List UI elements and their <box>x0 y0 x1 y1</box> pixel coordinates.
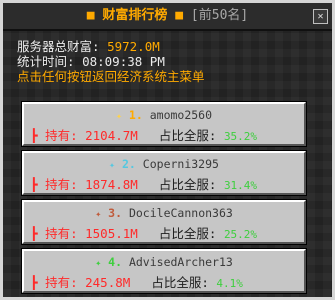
stats-time-row: 统计时间: 08:09:38 PM <box>17 54 317 69</box>
ranking-stats: ┣ 持有: 1505.1M 占比全服: 25.2% <box>30 223 302 242</box>
close-icon[interactable]: ✕ <box>313 9 328 24</box>
window-title: 财富排行榜 <box>102 8 168 23</box>
server-total-value: 5972.0M <box>107 39 160 54</box>
server-total-label: 服务器总财富: <box>17 39 108 54</box>
server-total-row: 服务器总财富: 5972.0M <box>17 39 317 54</box>
ranking-header: ✦ 2. Coperni3295 <box>24 157 304 171</box>
title-deco-right: ■ <box>175 8 184 23</box>
held-label: 持有: <box>45 128 86 143</box>
stats-time-value: 08:09:38 PM <box>82 54 165 69</box>
held-label: 持有: <box>45 226 86 241</box>
pipe-icon: ┣ <box>30 128 38 143</box>
share-value: 4.1% <box>216 277 243 290</box>
rank-number: 2. <box>122 157 136 171</box>
ranking-button-1[interactable]: ✦ 1. amomo2560 ┣ 持有: 2104.7M 占比全服: 35.2% <box>21 101 307 147</box>
held-value: 2104.7M <box>85 128 138 143</box>
summary-panel: 服务器总财富: 5972.0M 统计时间: 08:09:38 PM 点击任何按钮… <box>17 39 317 84</box>
title-deco-left: ■ <box>86 8 95 23</box>
share-value: 35.2% <box>223 130 258 143</box>
ranking-header: ✦ 1. amomo2560 <box>24 108 304 122</box>
player-name: DocileCannon363 <box>128 206 233 220</box>
ranking-stats: ┣ 持有: 1874.8M 占比全服: 31.4% <box>30 174 302 193</box>
held-value: 245.8M <box>85 275 131 290</box>
window-subtitle: [前50名] <box>190 8 249 23</box>
ranking-button-2[interactable]: ✦ 2. Coperni3295 ┣ 持有: 1874.8M 占比全服: 31.… <box>21 150 307 196</box>
held-value: 1874.8M <box>85 177 138 192</box>
rank-number: 1. <box>128 108 143 122</box>
share-value: 25.2% <box>223 228 258 241</box>
rank-star-icon: ✦ <box>115 111 122 122</box>
share-label: 占比全服: <box>158 177 224 192</box>
pipe-icon: ┣ <box>30 275 38 290</box>
rank-star-icon: ✦ <box>95 258 102 269</box>
rank-star-icon: ✦ <box>95 209 102 220</box>
held-label: 持有: <box>45 275 86 290</box>
stats-time-label: 统计时间: <box>17 54 83 69</box>
rank-number: 3. <box>108 206 123 220</box>
pipe-icon: ┣ <box>30 226 38 241</box>
window-titlebar: ■ 财富排行榜 ■ [前50名] ✕ <box>3 3 332 31</box>
share-label: 占比全服: <box>151 275 217 290</box>
back-hint: 点击任何按钮返回经济系统主菜单 <box>17 69 205 84</box>
ranking-stats: ┣ 持有: 2104.7M 占比全服: 35.2% <box>30 125 302 144</box>
held-label: 持有: <box>45 177 86 192</box>
rank-number: 4. <box>108 255 123 269</box>
player-name: AdvisedArcher13 <box>128 255 233 269</box>
player-name: Coperni3295 <box>142 157 219 171</box>
pipe-icon: ┣ <box>30 177 38 192</box>
ranking-header: ✦ 4. AdvisedArcher13 <box>24 255 304 269</box>
ranking-stats: ┣ 持有: 245.8M 占比全服: 4.1% <box>30 272 302 291</box>
rank-star-icon: ✦ <box>109 160 116 171</box>
ranking-button-3[interactable]: ✦ 3. DocileCannon363 ┣ 持有: 1505.1M 占比全服:… <box>21 199 307 245</box>
ranking-button-4[interactable]: ✦ 4. AdvisedArcher13 ┣ 持有: 245.8M 占比全服: … <box>21 248 307 294</box>
player-name: amomo2560 <box>149 108 213 122</box>
ranking-header: ✦ 3. DocileCannon363 <box>24 206 304 220</box>
share-label: 占比全服: <box>158 128 224 143</box>
held-value: 1505.1M <box>85 226 138 241</box>
share-label: 占比全服: <box>158 226 224 241</box>
share-value: 31.4% <box>223 179 258 192</box>
